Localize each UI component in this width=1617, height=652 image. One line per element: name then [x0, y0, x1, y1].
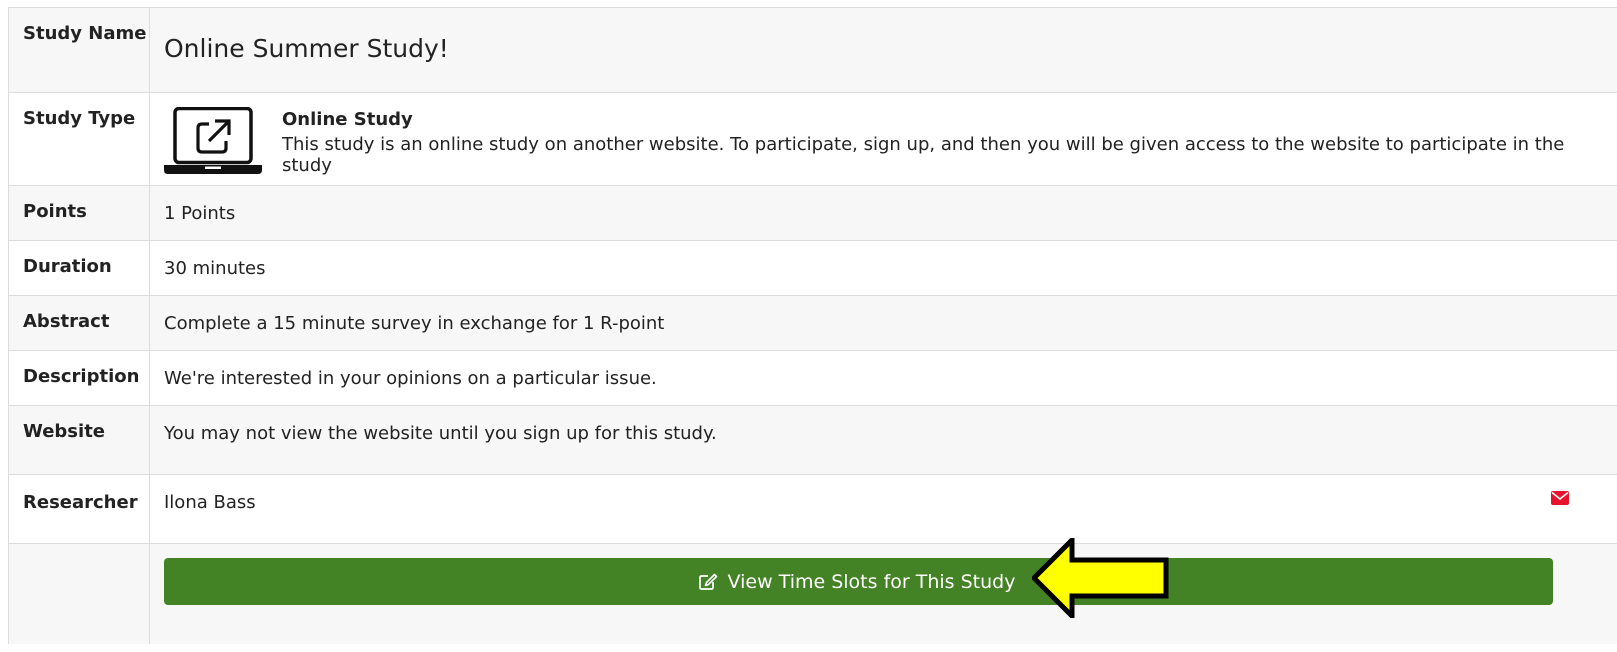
- row-researcher: Researcher Ilona Bass: [9, 475, 1617, 544]
- abstract-value: Complete a 15 minute survey in exchange …: [164, 313, 665, 334]
- points-value: 1 Points: [164, 203, 236, 224]
- action-label-cell: [9, 544, 150, 644]
- website-value: You may not view the website until you s…: [164, 423, 717, 444]
- description-value: We're interested in your opinions on a p…: [164, 368, 657, 389]
- duration-label: Duration: [9, 241, 150, 295]
- envelope-icon[interactable]: [1551, 491, 1569, 505]
- row-study-type: Study Type Online Study This study is an…: [9, 93, 1617, 186]
- description-label: Description: [9, 351, 150, 405]
- view-time-slots-label: View Time Slots for This Study: [727, 570, 1016, 593]
- points-label: Points: [9, 186, 150, 240]
- duration-value: 30 minutes: [164, 258, 266, 279]
- row-points: Points 1 Points: [9, 186, 1617, 241]
- study-details-table: Study Name Online Summer Study! Study Ty…: [8, 7, 1617, 644]
- study-name-label: Study Name: [9, 8, 150, 92]
- study-type-label: Study Type: [9, 93, 150, 185]
- study-type-title: Online Study: [282, 109, 413, 130]
- row-action: View Time Slots for This Study: [9, 544, 1617, 644]
- website-label: Website: [9, 406, 150, 474]
- row-description: Description We're interested in your opi…: [9, 351, 1617, 406]
- row-website: Website You may not view the website unt…: [9, 406, 1617, 475]
- view-time-slots-button[interactable]: View Time Slots for This Study: [164, 558, 1553, 605]
- researcher-label: Researcher: [9, 475, 150, 543]
- row-abstract: Abstract Complete a 15 minute survey in …: [9, 296, 1617, 351]
- study-type-description: This study is an online study on another…: [282, 134, 1565, 176]
- row-duration: Duration 30 minutes: [9, 241, 1617, 296]
- abstract-label: Abstract: [9, 296, 150, 350]
- yellow-arrow-icon: [1032, 538, 1169, 618]
- study-name-value: Online Summer Study!: [164, 34, 449, 63]
- laptop-external-link-icon: [164, 107, 262, 174]
- researcher-name: Ilona Bass: [164, 492, 256, 513]
- row-study-name: Study Name Online Summer Study!: [9, 8, 1617, 93]
- edit-icon: [698, 573, 717, 590]
